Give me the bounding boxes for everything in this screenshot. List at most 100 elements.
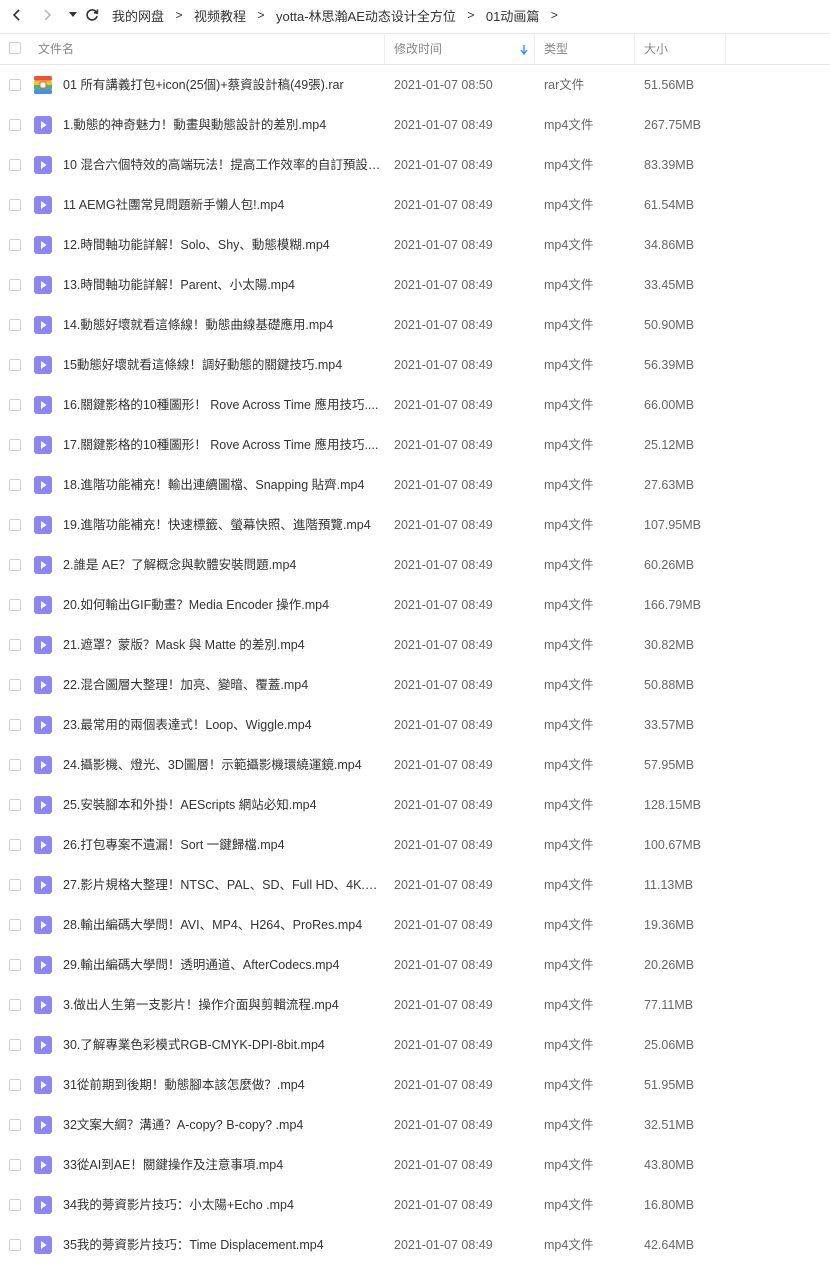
row-checkbox[interactable] <box>9 639 21 651</box>
row-checkbox[interactable] <box>9 559 21 571</box>
file-row[interactable]: 34我的蒡資影片技巧：小太陽+Echo .mp4 2021-01-07 08:4… <box>0 1185 830 1225</box>
file-row[interactable]: 28.輸出編碼大學問！AVI、MP4、H264、ProRes.mp4 2021-… <box>0 905 830 945</box>
column-header-type[interactable]: 类型 <box>535 34 635 64</box>
file-row[interactable]: 18.進階功能補充！輸出連續圖檔、Snapping 貼齊.mp4 2021-01… <box>0 465 830 505</box>
row-checkbox[interactable] <box>9 399 21 411</box>
column-header-name[interactable]: 文件名 <box>38 34 385 64</box>
file-row[interactable]: 24.攝影機、燈光、3D圖層！示範攝影機環繞運鏡.mp4 2021-01-07 … <box>0 745 830 785</box>
breadcrumb-item-course[interactable]: yotta-林思瀚AE动态设计全方位 <box>276 6 456 25</box>
file-row[interactable]: 11 AEMG社團常見問題新手懶人包!.mp4 2021-01-07 08:49… <box>0 185 830 225</box>
select-all-checkbox[interactable] <box>9 42 21 54</box>
file-row[interactable]: 2.誰是 AE？了解概念與軟體安裝問題.mp4 2021-01-07 08:49… <box>0 545 830 585</box>
row-checkbox[interactable] <box>9 1039 21 1051</box>
file-name[interactable]: 35我的蒡資影片技巧：Time Displacement.mp4 <box>63 1225 381 1265</box>
row-checkbox[interactable] <box>9 199 21 211</box>
row-checkbox[interactable] <box>9 879 21 891</box>
row-checkbox[interactable] <box>9 279 21 291</box>
file-name[interactable]: 33從AI到AE！關鍵操作及注意事項.mp4 <box>63 1145 381 1185</box>
row-checkbox[interactable] <box>9 79 21 91</box>
file-name[interactable]: 30.了解專業色彩模式RGB-CMYK-DPI-8bit.mp4 <box>63 1025 381 1065</box>
file-row[interactable]: 19.進階功能補充！快速標籤、螢幕快照、進階預覽.mp4 2021-01-07 … <box>0 505 830 545</box>
row-checkbox[interactable] <box>9 919 21 931</box>
file-name[interactable]: 2.誰是 AE？了解概念與軟體安裝問題.mp4 <box>63 545 381 585</box>
history-dropdown-button[interactable] <box>66 0 80 30</box>
file-name[interactable]: 11 AEMG社團常見問題新手懶人包!.mp4 <box>63 185 381 225</box>
file-name[interactable]: 01 所有講義打包+icon(25個)+蔡資設計稿(49張).rar <box>63 65 381 105</box>
file-row[interactable]: 16.關鍵影格的10種圖形！ Rove Across Time 應用技巧....… <box>0 385 830 425</box>
row-checkbox[interactable] <box>9 959 21 971</box>
row-checkbox[interactable] <box>9 1239 21 1251</box>
file-name[interactable]: 25.安裝腳本和外掛！AEScripts 網站必知.mp4 <box>63 785 381 825</box>
file-row[interactable]: 23.最常用的兩個表達式！Loop、Wiggle.mp4 2021-01-07 … <box>0 705 830 745</box>
row-checkbox[interactable] <box>9 1079 21 1091</box>
file-row[interactable]: 33從AI到AE！關鍵操作及注意事項.mp4 2021-01-07 08:49 … <box>0 1145 830 1185</box>
row-checkbox[interactable] <box>9 239 21 251</box>
row-checkbox[interactable] <box>9 479 21 491</box>
file-name[interactable]: 20.如何輸出GIF動畫？Media Encoder 操作.mp4 <box>63 585 381 625</box>
file-row[interactable]: 29.輸出編碼大學問！透明通道、AfterCodecs.mp4 2021-01-… <box>0 945 830 985</box>
row-checkbox[interactable] <box>9 999 21 1011</box>
row-checkbox[interactable] <box>9 319 21 331</box>
file-name[interactable]: 24.攝影機、燈光、3D圖層！示範攝影機環繞運鏡.mp4 <box>63 745 381 785</box>
file-name[interactable]: 14.動態好壞就看這條線！動態曲線基礎應用.mp4 <box>63 305 381 345</box>
breadcrumb-item-root[interactable]: 我的网盘 <box>112 6 164 25</box>
file-name[interactable]: 34我的蒡資影片技巧：小太陽+Echo .mp4 <box>63 1185 381 1225</box>
file-row[interactable]: 10 混合六個特效的高端玩法！提高工作效率的自訂預設 ... 2021-01-0… <box>0 145 830 185</box>
file-row[interactable]: 30.了解專業色彩模式RGB-CMYK-DPI-8bit.mp4 2021-01… <box>0 1025 830 1065</box>
file-name[interactable]: 18.進階功能補充！輸出連續圖檔、Snapping 貼齊.mp4 <box>63 465 381 505</box>
file-row[interactable]: 31從前期到後期！動態腳本該怎麼做？.mp4 2021-01-07 08:49 … <box>0 1065 830 1105</box>
file-row[interactable]: 25.安裝腳本和外掛！AEScripts 網站必知.mp4 2021-01-07… <box>0 785 830 825</box>
file-name[interactable]: 32文案大綱？溝通？A-copy? B-copy? .mp4 <box>63 1105 381 1145</box>
file-name[interactable]: 3.做出人生第一支影片！操作介面與剪輯流程.mp4 <box>63 985 381 1025</box>
row-checkbox[interactable] <box>9 119 21 131</box>
breadcrumb-item-current[interactable]: 01动画篇 <box>486 6 539 25</box>
file-row[interactable]: 26.打包專案不遺漏！Sort 一鍵歸檔.mp4 2021-01-07 08:4… <box>0 825 830 865</box>
file-row[interactable]: 13.時間軸功能詳解！Parent、小太陽.mp4 2021-01-07 08:… <box>0 265 830 305</box>
file-row[interactable]: 3.做出人生第一支影片！操作介面與剪輯流程.mp4 2021-01-07 08:… <box>0 985 830 1025</box>
file-name[interactable]: 22.混合圖層大整理！加亮、變暗、覆蓋.mp4 <box>63 665 381 705</box>
file-name[interactable]: 16.關鍵影格的10種圖形！ Rove Across Time 應用技巧.... <box>63 385 381 425</box>
file-name[interactable]: 27.影片規格大整理！NTSC、PAL、SD、Full HD、4K.m... <box>63 865 381 905</box>
file-name[interactable]: 13.時間軸功能詳解！Parent、小太陽.mp4 <box>63 265 381 305</box>
file-name[interactable]: 1.動態的神奇魅力！動畫與動態設計的差別.mp4 <box>63 105 381 145</box>
file-row[interactable]: 22.混合圖層大整理！加亮、變暗、覆蓋.mp4 2021-01-07 08:49… <box>0 665 830 705</box>
row-checkbox[interactable] <box>9 759 21 771</box>
file-name[interactable]: 21.遮罩？蒙版？Mask 與 Matte 的差別.mp4 <box>63 625 381 665</box>
file-row[interactable]: 14.動態好壞就看這條線！動態曲線基礎應用.mp4 2021-01-07 08:… <box>0 305 830 345</box>
row-checkbox[interactable] <box>9 1159 21 1171</box>
row-checkbox[interactable] <box>9 799 21 811</box>
file-name[interactable]: 10 混合六個特效的高端玩法！提高工作效率的自訂預設 ... <box>63 145 381 185</box>
column-header-size[interactable]: 大小 <box>635 34 726 64</box>
file-row[interactable]: 15動態好壞就看這條線！調好動態的關鍵技巧.mp4 2021-01-07 08:… <box>0 345 830 385</box>
file-name[interactable]: 15動態好壞就看這條線！調好動態的關鍵技巧.mp4 <box>63 345 381 385</box>
row-checkbox[interactable] <box>9 159 21 171</box>
row-checkbox[interactable] <box>9 1119 21 1131</box>
row-checkbox[interactable] <box>9 719 21 731</box>
file-row[interactable]: 1.動態的神奇魅力！動畫與動態設計的差別.mp4 2021-01-07 08:4… <box>0 105 830 145</box>
back-button[interactable] <box>4 0 30 30</box>
file-row[interactable]: 35我的蒡資影片技巧：Time Displacement.mp4 2021-01… <box>0 1225 830 1265</box>
row-checkbox[interactable] <box>9 839 21 851</box>
refresh-button[interactable] <box>82 0 102 30</box>
file-row[interactable]: 20.如何輸出GIF動畫？Media Encoder 操作.mp4 2021-0… <box>0 585 830 625</box>
column-header-modified[interactable]: 修改时间 <box>385 34 535 64</box>
row-checkbox[interactable] <box>9 599 21 611</box>
file-row[interactable]: 32文案大綱？溝通？A-copy? B-copy? .mp4 2021-01-0… <box>0 1105 830 1145</box>
row-checkbox[interactable] <box>9 519 21 531</box>
file-name[interactable]: 26.打包專案不遺漏！Sort 一鍵歸檔.mp4 <box>63 825 381 865</box>
row-checkbox[interactable] <box>9 1199 21 1211</box>
file-row[interactable]: 12.時間軸功能詳解！Solo、Shy、動態模糊.mp4 2021-01-07 … <box>0 225 830 265</box>
file-name[interactable]: 19.進階功能補充！快速標籤、螢幕快照、進階預覽.mp4 <box>63 505 381 545</box>
file-name[interactable]: 23.最常用的兩個表達式！Loop、Wiggle.mp4 <box>63 705 381 745</box>
row-checkbox[interactable] <box>9 359 21 371</box>
forward-button[interactable] <box>34 0 60 30</box>
row-checkbox[interactable] <box>9 679 21 691</box>
file-row[interactable]: 27.影片規格大整理！NTSC、PAL、SD、Full HD、4K.m... 2… <box>0 865 830 905</box>
file-name[interactable]: 29.輸出編碼大學問！透明通道、AfterCodecs.mp4 <box>63 945 381 985</box>
file-name[interactable]: 31從前期到後期！動態腳本該怎麼做？.mp4 <box>63 1065 381 1105</box>
file-name[interactable]: 12.時間軸功能詳解！Solo、Shy、動態模糊.mp4 <box>63 225 381 265</box>
file-name[interactable]: 17.關鍵影格的10種圖形！ Rove Across Time 應用技巧.... <box>63 425 381 465</box>
row-checkbox[interactable] <box>9 439 21 451</box>
file-row[interactable]: 17.關鍵影格的10種圖形！ Rove Across Time 應用技巧....… <box>0 425 830 465</box>
file-row[interactable]: 21.遮罩？蒙版？Mask 與 Matte 的差別.mp4 2021-01-07… <box>0 625 830 665</box>
